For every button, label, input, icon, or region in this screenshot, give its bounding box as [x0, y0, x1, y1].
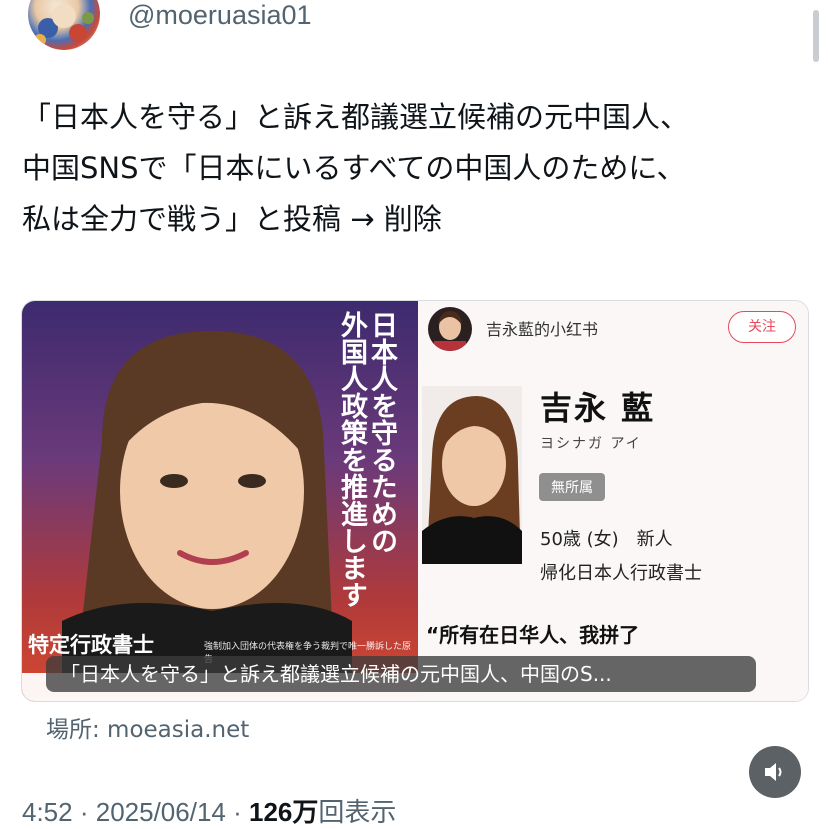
- card-caption[interactable]: 「日本人を守る」と訴え都議選立候補の元中国人、中国のS...: [46, 656, 756, 692]
- candidate-kana: ヨシナガ アイ: [540, 436, 642, 452]
- follow-button[interactable]: 关注: [728, 311, 796, 343]
- campaign-poster-image: 日本人を守るための 外国人政策を推進します 特定行政書士 強制加入団体の代表権を…: [22, 301, 418, 701]
- profile-avatar: [428, 307, 472, 351]
- tweet-line: 私は全力で戦う」と投稿 → 削除: [22, 202, 442, 236]
- profile-account-name: 吉永藍的小红书: [486, 320, 599, 339]
- author-handle[interactable]: @moeruasia01: [128, 0, 312, 31]
- poster-slogan-line: 外国人政策を推進します: [336, 311, 367, 608]
- candidate-age: 50歳 (女) 新人: [540, 529, 673, 550]
- candidate-portrait: [62, 331, 352, 681]
- media-card[interactable]: 日本人を守るための 外国人政策を推進します 特定行政書士 強制加入団体の代表権を…: [21, 300, 809, 702]
- scrollbar-thumb[interactable]: [813, 10, 819, 62]
- link-source[interactable]: 場所: moeasia.net: [46, 710, 249, 744]
- tweet-text: 「日本人を守る」と訴え都議選立候補の元中国人、 中国SNSで「日本にいるすべての…: [22, 92, 812, 245]
- candidate-occupation: 帰化日本人行政書士: [540, 563, 702, 584]
- poster-slogan-line: 日本人を守るための: [366, 311, 397, 554]
- party-badge: 無所属: [539, 473, 605, 501]
- candidate-quote: “所有在日华人、我拼了: [426, 623, 640, 647]
- speaker-muted-icon: [765, 763, 782, 781]
- mute-button[interactable]: [749, 746, 801, 798]
- tweet-line: 中国SNSで「日本にいるすべての中国人のために、: [22, 151, 686, 185]
- profile-photo: [422, 386, 522, 564]
- tweet-line: 「日本人を守る」と訴え都議選立候補の元中国人、: [22, 100, 690, 134]
- poster-slogan: 日本人を守るための 外国人政策を推進します: [316, 311, 397, 631]
- tweet-meta: 4:52 · 2025/06/14 · 126万回表示: [22, 792, 396, 829]
- author-avatar[interactable]: [28, 0, 100, 50]
- profile-panel: 吉永藍的小红书 关注 吉永 藍 ヨシナガ アイ 無所属 50歳 (女) 新人 帰…: [418, 301, 808, 701]
- poster-title: 特定行政書士: [28, 633, 154, 657]
- candidate-name: 吉永 藍: [540, 389, 656, 427]
